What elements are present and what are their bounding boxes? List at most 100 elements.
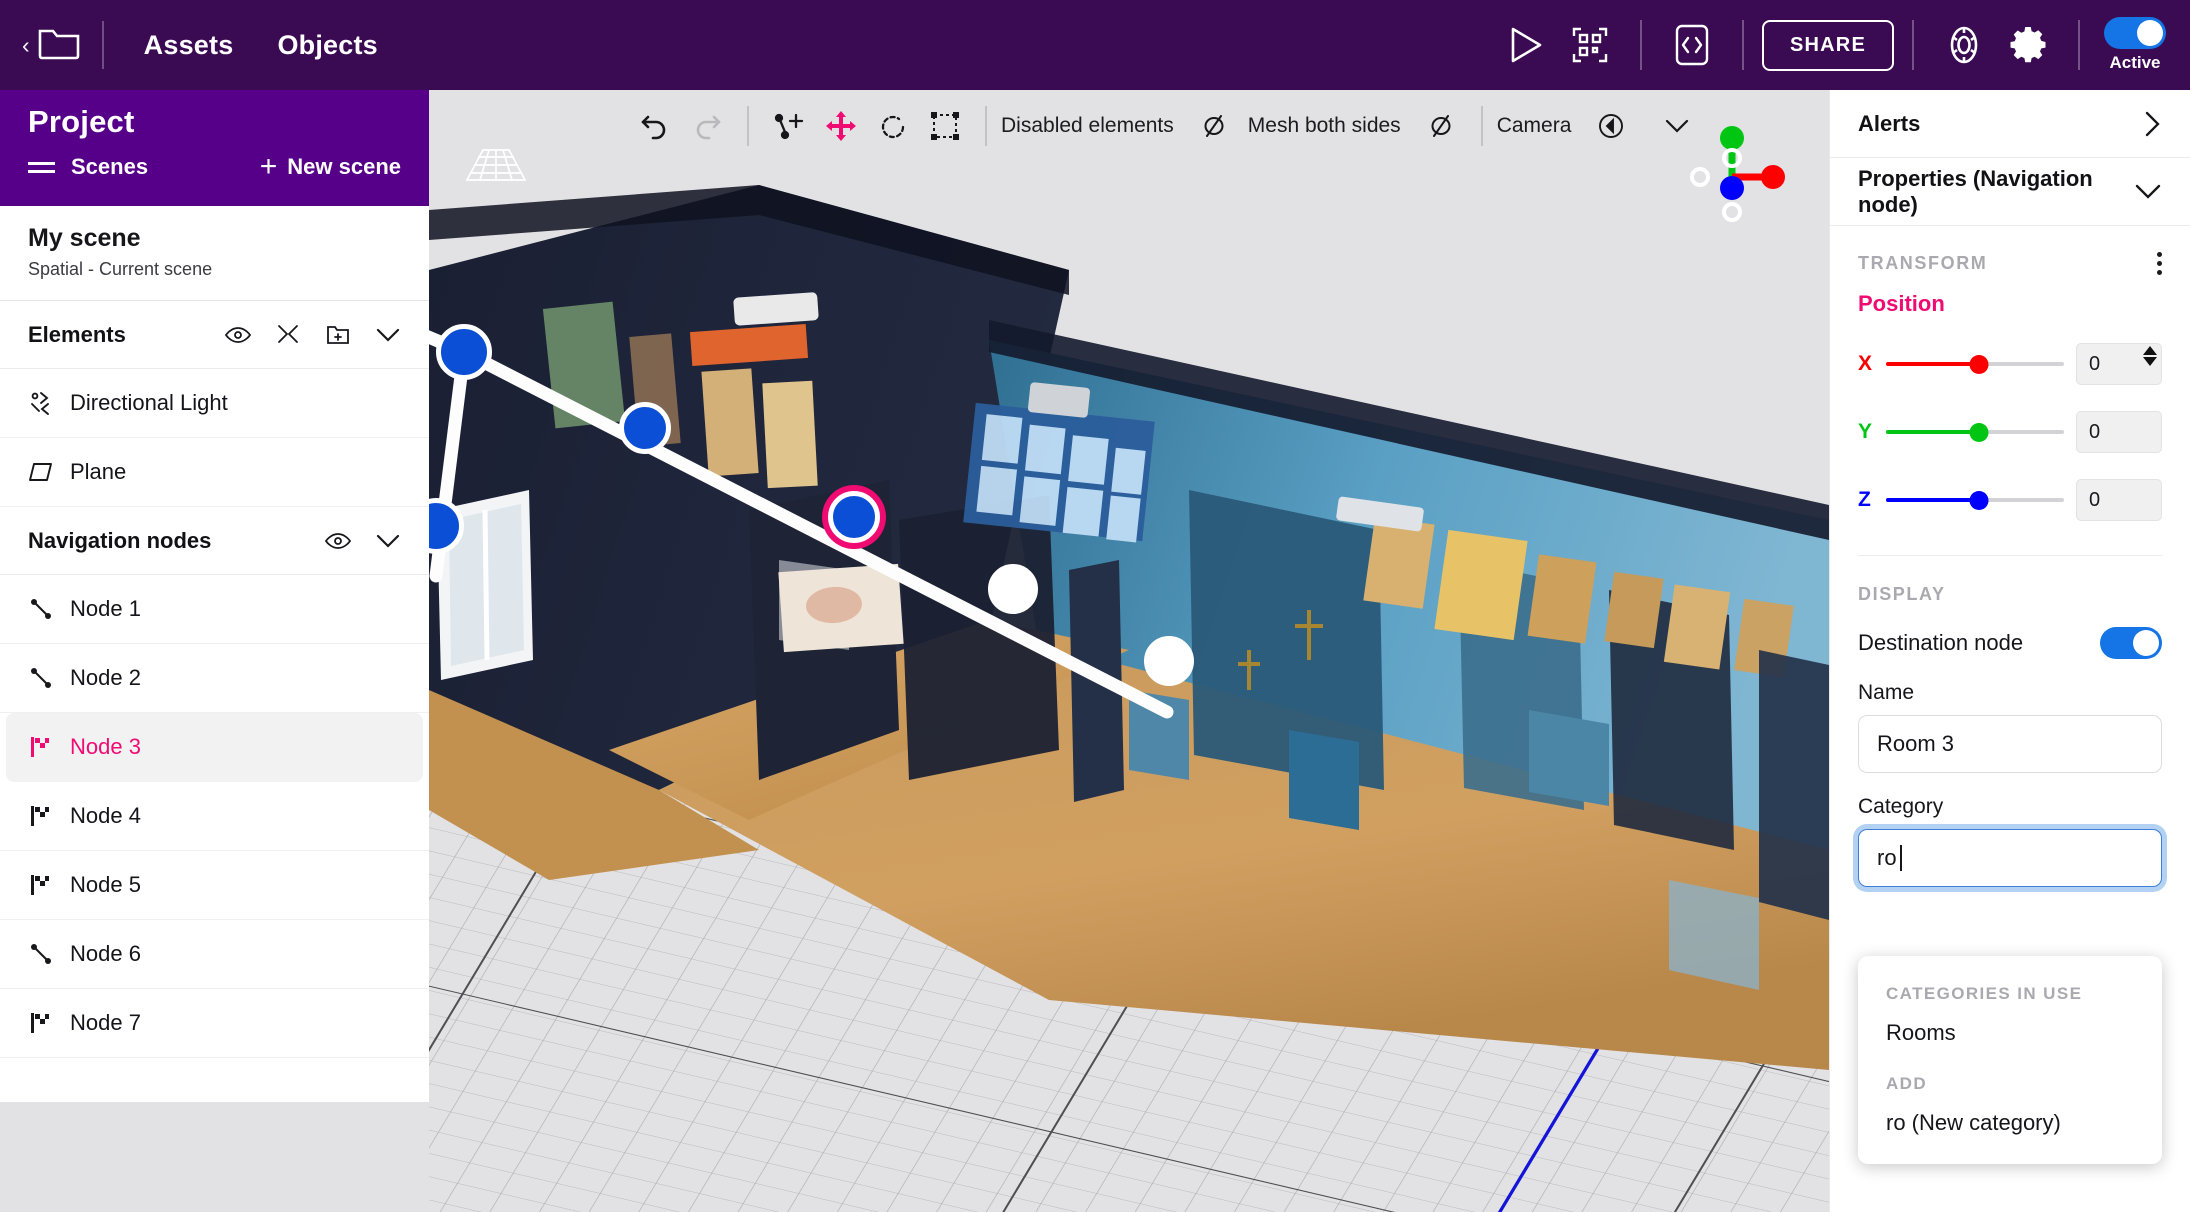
destination-node-toggle[interactable]	[2100, 627, 2162, 659]
eye-icon[interactable]	[225, 322, 251, 348]
position-x-stepper[interactable]	[2143, 346, 2157, 366]
nav-node-row-2[interactable]: Node 2	[0, 644, 429, 713]
properties-panel: Alerts Properties (Navigation node) TRAN…	[1829, 90, 2190, 1212]
nav-node-row-7[interactable]: Node 7	[0, 989, 429, 1058]
camera-dial-icon[interactable]	[1585, 100, 1637, 152]
current-scene-block[interactable]: My scene Spatial - Current scene	[0, 206, 429, 301]
left-sidebar: Project Scenes + New scene My scene Spat…	[0, 90, 429, 1102]
nav-node-marker-blue-3[interactable]	[619, 402, 671, 454]
divider	[747, 106, 749, 146]
dropdown-option-new-category[interactable]: ro (New category)	[1858, 1094, 2162, 1142]
active-toggle[interactable]	[2104, 17, 2166, 49]
chevron-down-icon[interactable]	[2134, 183, 2162, 201]
nav-node-row-4[interactable]: Node 4	[0, 782, 429, 851]
undo-icon[interactable]	[629, 100, 681, 152]
divider	[1639, 20, 1642, 70]
scene-name: My scene	[28, 224, 141, 252]
qrcode-icon[interactable]	[1558, 13, 1622, 77]
divider	[1912, 20, 1914, 70]
elements-group-header[interactable]: Elements	[0, 301, 429, 369]
position-x-input[interactable]: 0	[2076, 343, 2162, 385]
axis-x-label: X	[1858, 352, 1873, 375]
navigation-nodes-group-header[interactable]: Navigation nodes	[0, 507, 429, 575]
chevron-down-icon[interactable]	[375, 322, 401, 348]
mesh-both-sides-label: Mesh both sides	[1247, 114, 1401, 137]
position-z-value: 0	[2089, 488, 2101, 511]
nav-node-label: Node 7	[70, 1010, 141, 1035]
top-bar-actions: SHARE Active	[1494, 0, 2190, 90]
chevron-down-icon[interactable]	[375, 528, 401, 554]
nav-node-label: Node 5	[70, 872, 141, 897]
gear-icon[interactable]	[1996, 13, 2060, 77]
nav-node-row-5[interactable]: Node 5	[0, 851, 429, 920]
share-button[interactable]: SHARE	[1761, 19, 1894, 71]
nav-node-marker-selected[interactable]	[828, 491, 880, 543]
disabled-elements-control[interactable]: Disabled elements	[1001, 100, 1240, 152]
dropdown-option-rooms[interactable]: Rooms	[1858, 1004, 2162, 1052]
category-dropdown: CATEGORIES IN USE Rooms ADD ro (New cate…	[1858, 956, 2162, 1164]
position-x-slider[interactable]	[1886, 353, 2064, 375]
position-x-row: X 0	[1858, 343, 2162, 385]
category-input-value: ro	[1877, 845, 1897, 870]
element-plane[interactable]: Plane	[0, 438, 429, 507]
flag-node-icon	[28, 803, 54, 829]
rotate-tool[interactable]	[867, 100, 919, 152]
position-label: Position	[1858, 291, 1945, 316]
eye-off-icon[interactable]	[1188, 100, 1240, 152]
alerts-section-header[interactable]: Alerts	[1830, 90, 2190, 158]
more-vertical-icon[interactable]	[2157, 252, 2162, 275]
collapse-icon[interactable]	[275, 322, 301, 348]
nav-node-row-1[interactable]: Node 1	[0, 575, 429, 644]
position-z-slider[interactable]	[1886, 489, 2064, 511]
active-toggle-group: Active	[2104, 17, 2166, 73]
mesh-both-sides-control[interactable]: Mesh both sides	[1248, 100, 1467, 152]
nav-objects[interactable]: Objects	[277, 30, 377, 61]
nav-node-row-6[interactable]: Node 6	[0, 920, 429, 989]
lifebuoy-icon[interactable]	[1932, 13, 1996, 77]
play-icon[interactable]	[1494, 13, 1558, 77]
nav-node-label: Node 1	[70, 596, 141, 621]
category-input[interactable]: ro	[1858, 829, 2162, 887]
divider	[2078, 20, 2080, 70]
scene-subtitle: Spatial - Current scene	[28, 259, 213, 279]
chevron-down-icon[interactable]	[1651, 100, 1703, 152]
nav-node-marker-white-2[interactable]	[988, 564, 1038, 614]
viewport-3d[interactable]: Disabled elements Mesh both sides Camera	[429, 90, 1829, 1212]
camera-label: Camera	[1496, 114, 1572, 137]
element-label: Directional Light	[70, 390, 228, 415]
nav-node-marker-white-3[interactable]	[1144, 636, 1194, 686]
position-y-input[interactable]: 0	[2076, 411, 2162, 453]
properties-section-header[interactable]: Properties (Navigation node)	[1830, 158, 2190, 226]
back-to-folder-button[interactable]: ‹	[22, 17, 102, 73]
name-input[interactable]	[1858, 715, 2162, 773]
element-directional-light[interactable]: Directional Light	[0, 369, 429, 438]
scale-tool[interactable]	[919, 100, 971, 152]
redo-icon[interactable]	[681, 100, 733, 152]
camera-control[interactable]: Camera	[1497, 100, 1704, 152]
position-y-slider[interactable]	[1886, 421, 2064, 443]
nav-group-title: Navigation nodes	[28, 527, 212, 553]
directional-light-icon	[28, 390, 54, 416]
code-icon[interactable]	[1660, 13, 1724, 77]
top-bar: ‹ Assets Objects SHARE Active	[0, 0, 2190, 90]
name-field-label: Name	[1858, 681, 1915, 704]
eye-icon[interactable]	[325, 528, 351, 554]
nav-node-row-3[interactable]: Node 3	[6, 713, 423, 782]
divider	[1741, 20, 1744, 70]
position-z-input[interactable]: 0	[2076, 479, 2162, 521]
project-title: Project	[28, 104, 135, 139]
nav-node-marker-blue-1[interactable]	[436, 324, 492, 380]
chevron-right-icon[interactable]	[2144, 110, 2162, 138]
display-label: DISPLAY	[1858, 584, 1946, 604]
scenes-menu-button[interactable]: Scenes	[28, 154, 148, 180]
plus-icon: +	[259, 150, 278, 183]
nav-assets[interactable]: Assets	[144, 30, 234, 61]
flag-node-icon	[28, 872, 54, 898]
eye-off-icon[interactable]	[1415, 100, 1467, 152]
axis-z-label: Z	[1858, 488, 1871, 511]
new-scene-button[interactable]: + New scene	[259, 150, 401, 183]
move-tool[interactable]	[815, 100, 867, 152]
flag-node-icon	[28, 734, 54, 760]
new-folder-icon[interactable]	[325, 322, 351, 348]
add-node-tool[interactable]	[763, 100, 815, 152]
